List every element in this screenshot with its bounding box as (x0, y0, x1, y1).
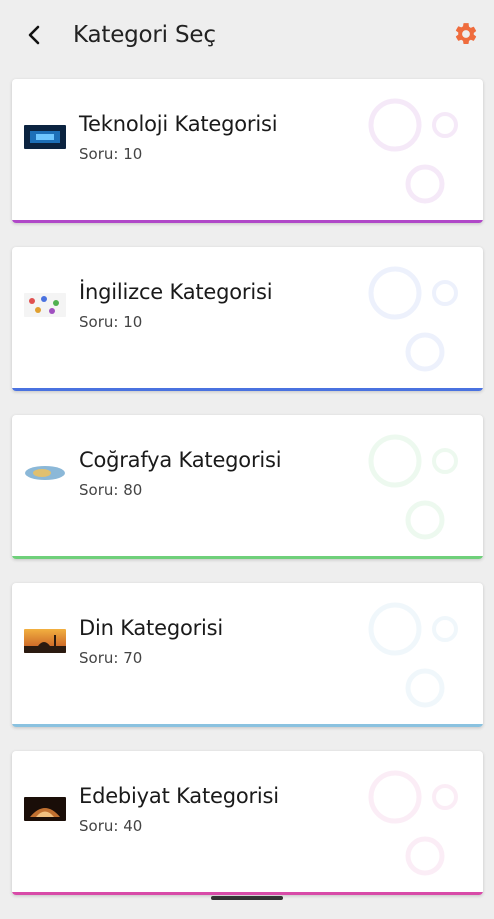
decorative-bubbles (368, 434, 458, 540)
decorative-bubbles (368, 770, 458, 876)
geography-thumbnail (24, 461, 66, 485)
religion-thumbnail (24, 629, 66, 653)
question-count: Soru: 10 (79, 145, 143, 163)
app-bar: Kategori Seç (0, 0, 494, 70)
category-name: Edebiyat Kategorisi (79, 784, 279, 808)
card-accent-line (12, 556, 483, 559)
literature-thumbnail (24, 797, 66, 821)
category-card-geography[interactable]: Coğrafya Kategorisi Soru: 80 (12, 415, 483, 559)
card-accent-line (12, 892, 483, 895)
category-card-religion[interactable]: Din Kategorisi Soru: 70 (12, 583, 483, 727)
question-count: Soru: 10 (79, 313, 143, 331)
category-name: Din Kategorisi (79, 616, 224, 640)
home-indicator (211, 896, 283, 900)
category-list: Teknoloji Kategorisi Soru: 10 İngilizce … (12, 79, 483, 919)
back-arrow-icon[interactable] (20, 20, 50, 50)
decorative-bubbles (368, 266, 458, 372)
decorative-bubbles (368, 602, 458, 708)
card-accent-line (12, 724, 483, 727)
question-count: Soru: 70 (79, 649, 143, 667)
technology-thumbnail (24, 125, 66, 149)
card-accent-line (12, 388, 483, 391)
question-count: Soru: 80 (79, 481, 143, 499)
card-accent-line (12, 220, 483, 223)
category-name: Coğrafya Kategorisi (79, 448, 282, 472)
category-card-technology[interactable]: Teknoloji Kategorisi Soru: 10 (12, 79, 483, 223)
gear-icon[interactable] (452, 20, 480, 48)
category-name: İngilizce Kategorisi (79, 280, 273, 304)
decorative-bubbles (368, 98, 458, 204)
category-card-english[interactable]: İngilizce Kategorisi Soru: 10 (12, 247, 483, 391)
category-name: Teknoloji Kategorisi (79, 112, 278, 136)
question-count: Soru: 40 (79, 817, 143, 835)
category-card-literature[interactable]: Edebiyat Kategorisi Soru: 40 (12, 751, 483, 895)
page-title: Kategori Seç (73, 22, 216, 48)
english-thumbnail (24, 293, 66, 317)
